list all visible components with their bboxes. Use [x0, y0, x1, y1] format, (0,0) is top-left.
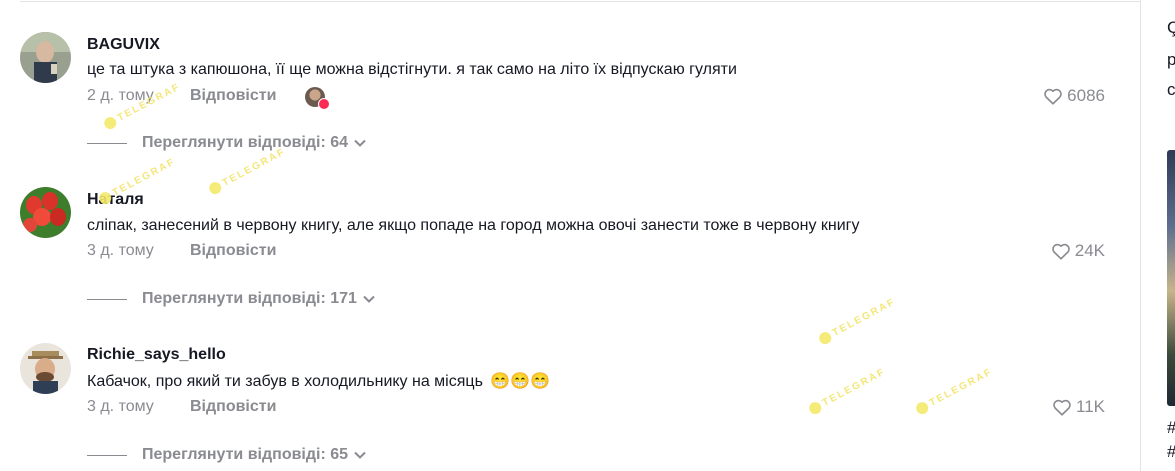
side-panel-text: p [1167, 50, 1175, 69]
avatar[interactable] [20, 187, 71, 238]
grinning-emoji: 😁😁😁 [490, 373, 551, 390]
view-replies-button[interactable]: Переглянути відповіді: 64 [87, 134, 366, 152]
like-button[interactable]: 11K [1052, 397, 1105, 417]
view-replies-button[interactable]: Переглянути відповіді: 65 [87, 446, 366, 464]
comment-timestamp: 3 д. тому [87, 398, 154, 415]
watermark-logo: TELEGRAF [914, 366, 995, 417]
like-button[interactable]: 6086 [1043, 86, 1105, 106]
watermark-logo: TELEGRAF [207, 146, 288, 197]
comment-username[interactable]: BAGUVIX [87, 36, 160, 54]
like-count: 6086 [1067, 86, 1105, 105]
replies-divider [87, 142, 127, 144]
avatar[interactable] [20, 343, 71, 394]
heart-outline-icon [1053, 399, 1071, 416]
comment-username[interactable]: Richie_says_hello [87, 346, 226, 364]
divider [20, 1, 1140, 2]
replies-divider [87, 454, 127, 456]
reply-button[interactable]: Відповісти [190, 398, 276, 416]
watermark-logo: TELEGRAF [817, 296, 898, 347]
comment-text: Кабачок, про який ти забув в холодильник… [87, 371, 550, 391]
comment-text: сліпак, занесений в червону книгу, але я… [87, 217, 860, 234]
replies-divider [87, 298, 127, 300]
chevron-down-icon [354, 139, 366, 147]
chevron-down-icon [354, 451, 366, 459]
heart-outline-icon [1044, 88, 1062, 105]
author-liked-heart-icon [318, 98, 330, 110]
side-panel-text: Ç [1167, 18, 1175, 37]
avatar[interactable] [20, 32, 71, 83]
view-replies-label: Переглянути відповіді: 171 [142, 290, 357, 307]
view-replies-label: Переглянути відповіді: 64 [142, 134, 349, 151]
reply-button[interactable]: Відповісти [190, 87, 276, 105]
side-panel-text: # [1167, 442, 1175, 462]
comment-timestamp: 3 д. тому [87, 242, 154, 259]
like-count: 24K [1074, 241, 1105, 260]
like-button[interactable]: 24K [1051, 241, 1105, 261]
comment-text: це та штука з капюшона, її ще можна відс… [87, 61, 737, 78]
view-replies-label: Переглянути відповіді: 65 [142, 446, 349, 463]
comments-panel: BAGUVIX це та штука з капюшона, її ще мо… [0, 0, 1175, 471]
like-count: 11K [1076, 397, 1105, 416]
view-replies-button[interactable]: Переглянути відповіді: 171 [87, 290, 375, 308]
heart-outline-icon [1051, 243, 1070, 260]
side-panel-text: # [1167, 418, 1175, 438]
reply-button[interactable]: Відповісти [190, 242, 276, 260]
related-video-thumbnail[interactable] [1167, 150, 1175, 406]
comment-text-body: Кабачок, про який ти забув в холодильник… [87, 373, 483, 390]
chevron-down-icon [363, 295, 375, 303]
side-panel-text: c [1167, 80, 1175, 99]
watermark-logo: TELEGRAF [807, 366, 888, 417]
